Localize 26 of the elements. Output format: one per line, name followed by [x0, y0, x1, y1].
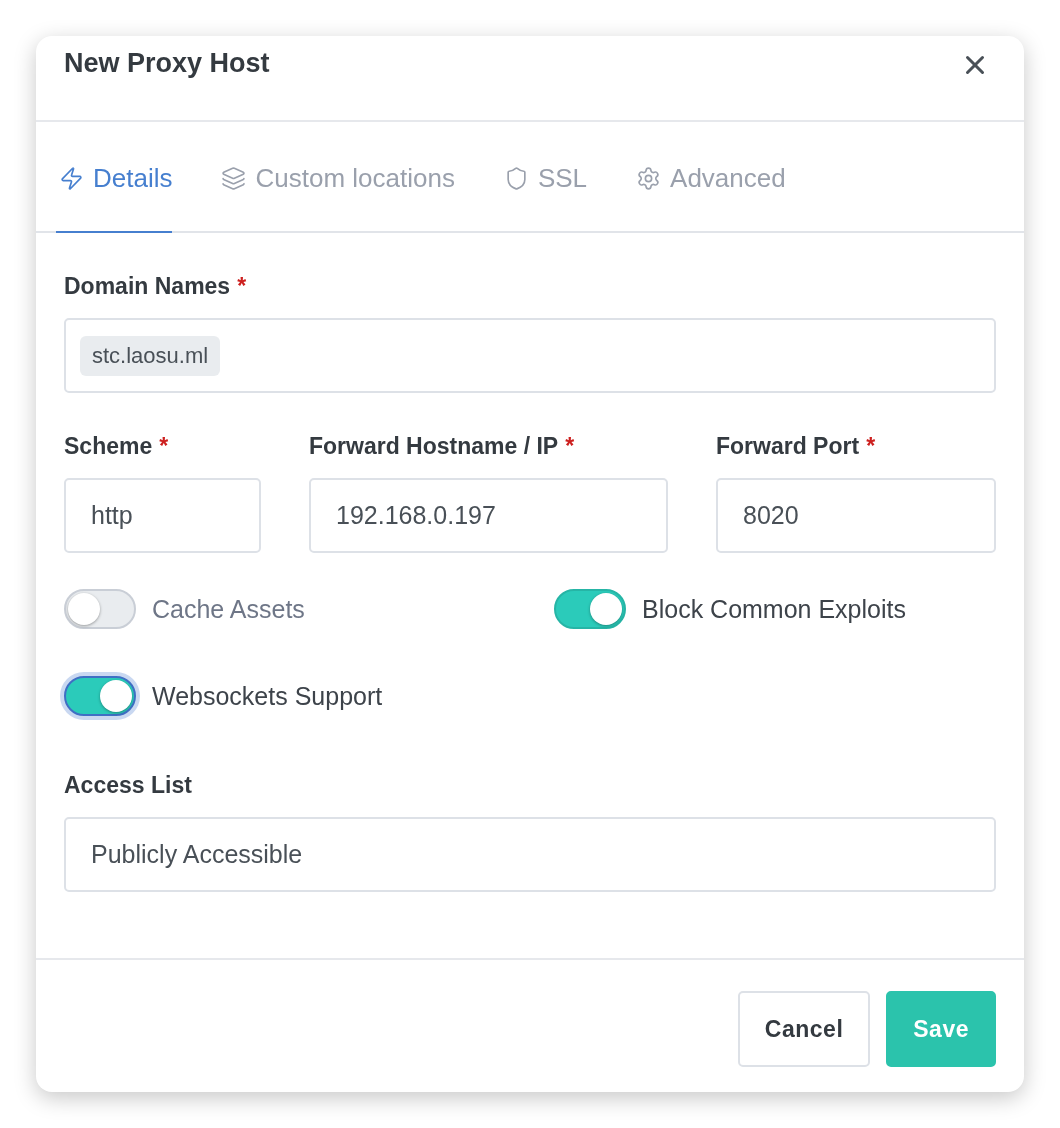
layers-icon	[221, 166, 247, 191]
cancel-button[interactable]: Cancel	[737, 991, 871, 1067]
toggle-label: Websockets Support	[152, 681, 383, 711]
required-asterisk: *	[866, 433, 876, 460]
field-label: Forward Port	[716, 433, 860, 460]
lightning-icon	[59, 166, 84, 191]
field-label: Scheme	[64, 433, 153, 460]
input-field[interactable]: 8020	[716, 478, 996, 553]
field-label: Domain Names	[64, 273, 231, 300]
input-field[interactable]: http	[64, 478, 261, 553]
domain-tag: stc.laosu.ml	[80, 335, 221, 376]
toggle-switch[interactable]	[64, 676, 136, 716]
field-label: Access List	[64, 772, 192, 799]
toggle-label: Cache Assets	[152, 594, 305, 624]
dialog-title: New Proxy Host	[64, 47, 270, 80]
input-field[interactable]: Publicly Accessible	[64, 817, 996, 892]
toggle-switch[interactable]	[554, 589, 626, 629]
field-label: Forward Hostname / IP	[309, 433, 559, 460]
gear-icon	[636, 166, 662, 191]
required-asterisk: *	[159, 433, 169, 460]
toggle-label: Block Common Exploits	[642, 594, 906, 624]
required-asterisk: *	[237, 273, 247, 300]
required-asterisk: *	[565, 433, 575, 460]
tag-input-field[interactable]: stc.laosu.ml	[64, 318, 996, 393]
input-field[interactable]: 192.168.0.197	[309, 478, 668, 553]
tab[interactable]: Details	[56, 122, 173, 233]
